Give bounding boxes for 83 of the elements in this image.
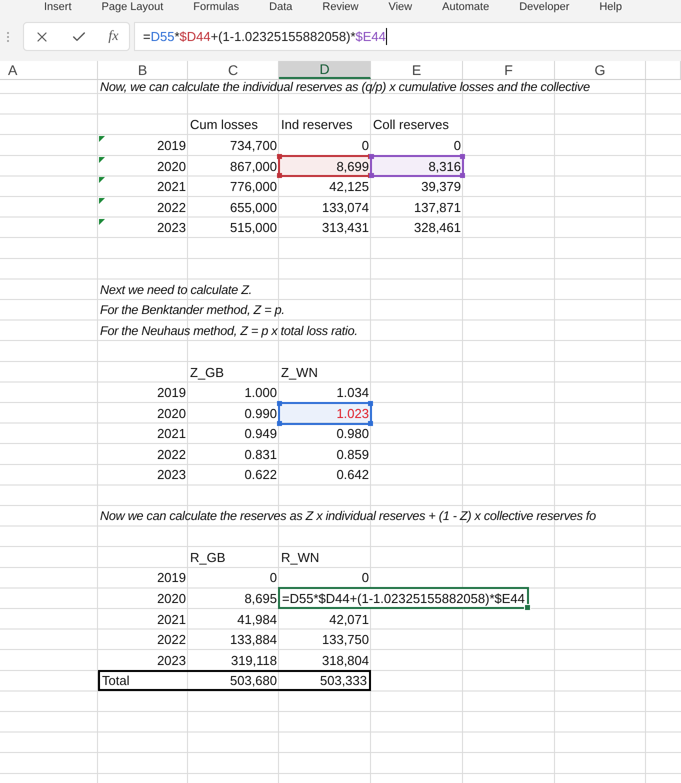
column-header[interactable]: A xyxy=(0,61,98,79)
column-header[interactable]: B xyxy=(98,61,188,79)
note-text: Now we can calculate the reserves as Z x individual reserves + (1 - Z) x collective reserves fo xyxy=(100,509,596,524)
table-cell-text: 0.831 xyxy=(243,446,278,464)
note-text: Next we need to calculate Z. xyxy=(100,282,252,297)
table-cell: 2020 xyxy=(98,156,188,176)
ribbon-tab[interactable]: View xyxy=(388,0,412,14)
table-cell: 2022 xyxy=(98,196,188,218)
referenced-cell: 8,699 xyxy=(279,156,371,176)
table-cell-text: 2022 xyxy=(156,631,187,650)
table-cell-text: R_GB xyxy=(189,548,226,567)
ribbon-tab[interactable]: Data xyxy=(269,0,292,14)
table-cell-text: 137,871 xyxy=(413,198,462,217)
table-cell-text: 2021 xyxy=(156,610,187,629)
table-cell-text: Cum losses xyxy=(189,116,259,134)
ribbon-tab[interactable]: Formulas xyxy=(193,0,240,14)
table-cell-text: Z_WN xyxy=(280,364,319,382)
ribbon-tab[interactable]: Automate xyxy=(442,0,490,14)
ribbon-tab[interactable]: Page Layout xyxy=(102,0,164,14)
table-cell-text: 2019 xyxy=(156,569,187,588)
table-cell: 503,333 xyxy=(279,670,371,692)
table-cell-text: 2021 xyxy=(156,425,187,444)
table-cell-text: 0.980 xyxy=(335,425,370,444)
column-header[interactable]: G xyxy=(555,61,646,79)
table-cell-text: 42,071 xyxy=(328,610,370,629)
table-cell: 503,680 xyxy=(188,670,279,692)
table-cell-text: 133,074 xyxy=(321,198,370,217)
table-cell-text: 0.990 xyxy=(243,404,278,423)
note-text: For the Benktander method, Z = p. xyxy=(100,303,285,318)
table-cell-text: 2020 xyxy=(156,404,187,423)
table-cell-text: 318,804 xyxy=(321,652,370,670)
note-text: Now, we can calculate the individual reserves as (q/p) x cumulative losses and the collective xyxy=(100,80,590,94)
table-cell: 2021 xyxy=(98,176,188,197)
referenced-cell: 1.023 xyxy=(279,402,371,424)
table-cell-text: 2019 xyxy=(156,384,187,402)
table-cell-text: 2022 xyxy=(156,446,187,464)
table-cell-text: 319,118 xyxy=(230,652,278,670)
table-cell: Total xyxy=(98,670,188,692)
table-cell-text: 655,000 xyxy=(229,198,278,217)
table-cell-text: 0 xyxy=(360,569,370,588)
table-cell-text: 2023 xyxy=(156,466,187,484)
ribbon-tab[interactable]: Review xyxy=(322,0,358,14)
ribbon-tab[interactable]: Insert xyxy=(44,0,72,14)
table-cell-text: 133,750 xyxy=(321,631,370,650)
formula-field[interactable]: =D55*$D44+(1-1.02325155882058)*$E44 xyxy=(134,22,681,51)
table-cell-text: 0 xyxy=(268,569,278,588)
table-cell-text: R_WN xyxy=(280,548,320,567)
table-cell: 2023 xyxy=(98,218,188,238)
referenced-cell: 8,316 xyxy=(371,156,463,176)
note-text: For the Neuhaus method, Z = p x total loss ratio. xyxy=(100,324,358,338)
insert-function-button[interactable]: fx xyxy=(108,28,118,44)
table-cell-text: 133,884 xyxy=(229,631,278,650)
ribbon-tab[interactable]: Developer xyxy=(519,0,570,14)
table-cell: 2019 xyxy=(98,135,188,156)
table-cell-text: 0.642 xyxy=(335,466,370,484)
table-cell-text: 1.034 xyxy=(335,384,370,402)
table-cell-text: 515,000 xyxy=(229,219,278,238)
table-cell-text: 0 xyxy=(360,136,370,155)
table-cell-text: 0.859 xyxy=(335,446,370,464)
table-cell-text: 867,000 xyxy=(229,158,278,176)
table-cell-text: 42,125 xyxy=(328,178,370,196)
table-cell-text: 0 xyxy=(452,136,462,155)
table-cell-text: Z_GB xyxy=(189,364,225,382)
cell-editor[interactable]: =D55*$D44+(1-1.02325155882058)*$E44 xyxy=(278,587,529,609)
column-header[interactable]: F xyxy=(463,61,555,79)
column-header[interactable]: D xyxy=(279,61,371,79)
table-cell-text: 39,379 xyxy=(420,178,462,196)
table-cell-text: Coll reserves xyxy=(372,116,450,134)
table-cell-text: 2023 xyxy=(156,652,187,670)
table-cell-text: 313,431 xyxy=(321,219,370,238)
column-header[interactable]: E xyxy=(371,61,463,79)
table-cell-text: 2020 xyxy=(156,590,187,608)
table-cell-text: Ind reserves xyxy=(280,116,354,134)
table-cell-text: 41,984 xyxy=(236,610,278,629)
table-cell-text: 776,000 xyxy=(229,178,278,196)
table-cell-text: 8,695 xyxy=(243,590,278,608)
table-cell-text: 0.622 xyxy=(243,466,278,484)
table-cell-text: 734,700 xyxy=(229,136,278,155)
ribbon-tab[interactable]: Help xyxy=(599,0,622,14)
table-cell-text: 328,461 xyxy=(413,219,462,238)
table-cell-text: 0.949 xyxy=(243,425,278,444)
grip-icon xyxy=(5,30,11,44)
table-cell-text: 1.000 xyxy=(243,384,278,402)
